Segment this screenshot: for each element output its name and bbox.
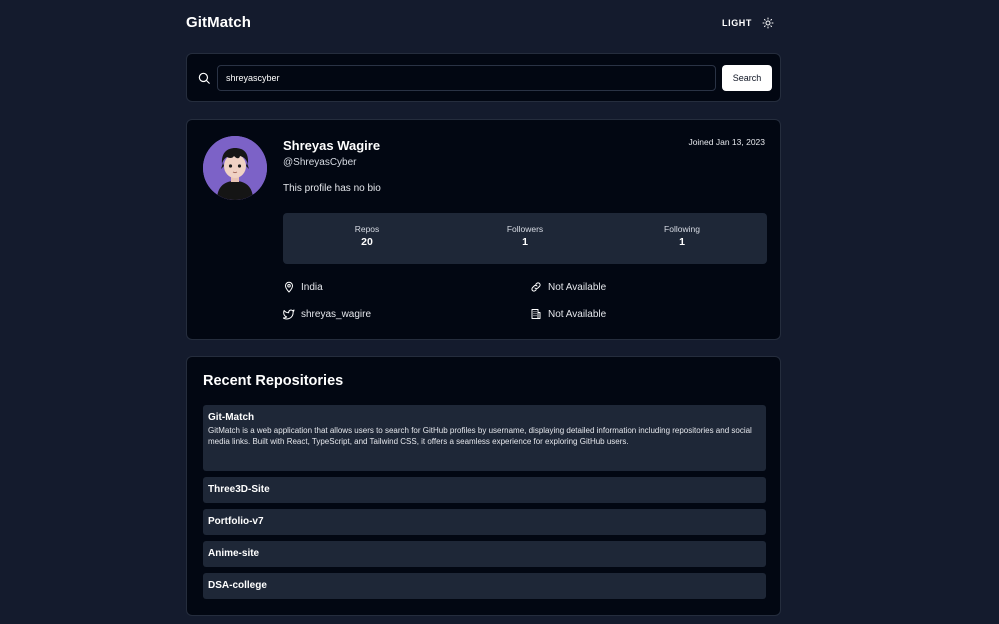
- link-icon: [531, 282, 541, 292]
- company-info: Not Available: [530, 308, 606, 320]
- page: GitMatch LIGHT Search: [0, 0, 999, 624]
- repository-name: DSA-college: [208, 580, 267, 591]
- search-button[interactable]: Search: [722, 65, 772, 91]
- twitter-text[interactable]: shreyas_wagire: [301, 309, 371, 320]
- theme-toggle-label: LIGHT: [722, 18, 752, 28]
- repository-item[interactable]: Git-Match GitMatch is a web application …: [203, 405, 766, 471]
- repositories-card: Recent Repositories Git-Match GitMatch i…: [186, 356, 781, 616]
- repository-name: Anime-site: [208, 548, 260, 559]
- stat-value: 1: [522, 236, 528, 248]
- repository-item[interactable]: Anime-site: [203, 541, 766, 567]
- theme-toggle-button[interactable]: LIGHT: [722, 17, 774, 29]
- sun-icon: [762, 17, 774, 29]
- repositories-heading: Recent Repositories: [203, 373, 344, 389]
- search-input[interactable]: [217, 65, 716, 91]
- blog-info: Not Available: [530, 281, 606, 293]
- avatar: [203, 136, 267, 200]
- stat-label: Followers: [506, 224, 544, 234]
- repository-name: Portfolio-v7: [208, 516, 264, 527]
- joined-date: Joined Jan 13, 2023: [688, 137, 765, 147]
- stat-following: Following 1: [622, 224, 742, 248]
- stats-panel: Repos 20 Followers 1 Following 1: [283, 213, 767, 264]
- app-logo[interactable]: GitMatch: [186, 14, 251, 31]
- company-text: Not Available: [548, 308, 607, 320]
- location-text: India: [301, 281, 323, 293]
- twitter-info: shreyas_wagire: [283, 308, 371, 320]
- repository-item[interactable]: Three3D-Site: [203, 477, 766, 503]
- building-icon: [531, 309, 541, 319]
- location-info: India: [283, 281, 323, 293]
- stat-label: Following: [664, 224, 700, 234]
- stat-repos: Repos 20: [307, 224, 427, 248]
- search-icon: [198, 72, 210, 84]
- repository-name: Three3D-Site: [208, 484, 270, 495]
- stat-label: Repos: [354, 224, 380, 234]
- twitter-icon: [283, 309, 295, 320]
- stat-value: 1: [679, 236, 685, 248]
- search-card: Search: [186, 53, 781, 102]
- repository-item[interactable]: DSA-college: [203, 573, 766, 599]
- repository-description: GitMatch is a web application that allow…: [208, 426, 752, 446]
- repository-item[interactable]: Portfolio-v7: [203, 509, 766, 535]
- blog-text: Not Available: [548, 281, 607, 293]
- avatar-illustration: [203, 136, 267, 200]
- stat-value: 20: [361, 236, 373, 248]
- map-pin-icon: [285, 281, 293, 293]
- repository-list: Git-Match GitMatch is a web application …: [203, 405, 766, 605]
- header: GitMatch LIGHT: [186, 14, 782, 36]
- repository-name: Git-Match: [208, 412, 255, 423]
- profile-bio: This profile has no bio: [283, 183, 381, 194]
- stat-followers: Followers 1: [465, 224, 585, 248]
- profile-card: Shreyas Wagire @ShreyasCyber This profil…: [186, 119, 781, 340]
- profile-name: Shreyas Wagire: [283, 138, 381, 153]
- profile-handle[interactable]: @ShreyasCyber: [283, 157, 357, 168]
